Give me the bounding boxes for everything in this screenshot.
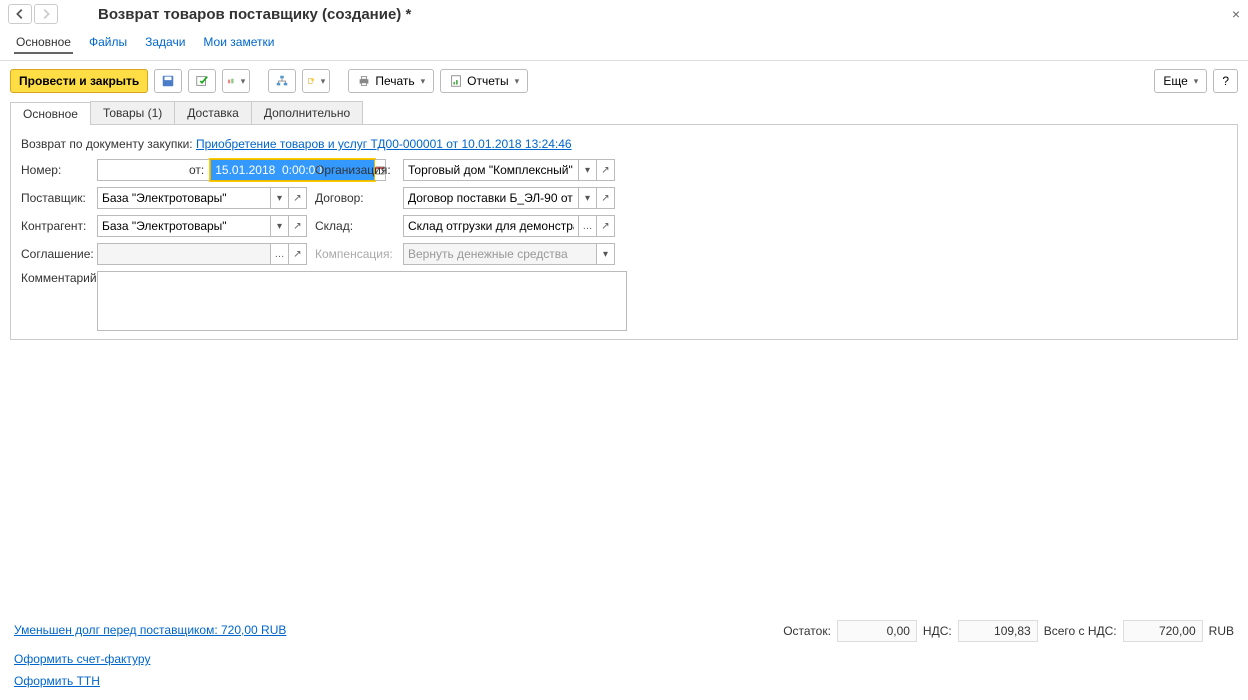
form-tab-extra[interactable]: Дополнительно [251, 101, 363, 124]
arrow-right-icon [39, 7, 53, 21]
save-button[interactable] [154, 69, 182, 93]
open-icon[interactable]: ↗ [289, 215, 307, 237]
comment-label: Комментарий: [21, 271, 89, 285]
comment-field[interactable] [97, 271, 627, 331]
forward-button[interactable] [34, 4, 58, 24]
create-based-button[interactable] [302, 69, 330, 93]
footer: Уменьшен долг перед поставщиком: 720,00 … [0, 610, 1248, 700]
supplier-label: Поставщик: [21, 191, 89, 205]
top-tab-tasks[interactable]: Задачи [143, 32, 187, 54]
reports-button[interactable]: Отчеты [440, 69, 528, 93]
reports-label: Отчеты [467, 74, 508, 88]
number-field[interactable] [97, 159, 183, 181]
struct-button[interactable] [268, 69, 296, 93]
form-body: Возврат по документу закупки: Приобретен… [10, 124, 1238, 340]
form-tab-delivery[interactable]: Доставка [174, 101, 252, 124]
from-label: от: [189, 163, 204, 177]
dropdown-icon[interactable]: ▾ [271, 187, 289, 209]
print-button[interactable]: Печать [348, 69, 434, 93]
debt-link[interactable]: Уменьшен долг перед поставщиком: 720,00 … [14, 623, 286, 637]
open-icon[interactable]: ↗ [597, 187, 615, 209]
ellipsis-icon[interactable]: … [271, 243, 289, 265]
vat-label: НДС: [923, 624, 952, 638]
warehouse-field[interactable]: … ↗ [403, 215, 615, 237]
header: Возврат товаров поставщику (создание) * … [0, 0, 1248, 28]
top-tab-files[interactable]: Файлы [87, 32, 129, 54]
warehouse-label: Склад: [315, 219, 395, 233]
counter-field[interactable]: ▾ ↗ [97, 215, 307, 237]
ellipsis-icon[interactable]: … [579, 215, 597, 237]
agreement-field[interactable]: … ↗ [97, 243, 307, 265]
agreement-label: Соглашение: [21, 247, 89, 261]
open-icon[interactable]: ↗ [597, 159, 615, 181]
arrow-left-icon [13, 7, 27, 21]
comp-field[interactable]: ▾ [403, 243, 615, 265]
currency-label: RUB [1209, 624, 1234, 638]
report-icon [449, 74, 463, 88]
total-value: 720,00 [1123, 620, 1203, 642]
dropdown-icon[interactable]: ▾ [597, 243, 615, 265]
save-icon [161, 74, 175, 88]
open-icon[interactable]: ↗ [289, 243, 307, 265]
dropdown-icon[interactable]: ▾ [579, 159, 597, 181]
dk-icon [227, 74, 234, 88]
create-based-icon [307, 74, 314, 88]
supplier-field[interactable]: ▾ ↗ [97, 187, 307, 209]
toolbar: Провести и закрыть Печать Отчеты Еще ? [0, 61, 1248, 101]
balance-label: Остаток: [783, 624, 831, 638]
top-tab-main[interactable]: Основное [14, 32, 73, 54]
number-label: Номер: [21, 163, 89, 177]
form-tabs: Основное Товары (1) Доставка Дополнитель… [10, 101, 1238, 124]
help-button[interactable]: ? [1213, 69, 1238, 93]
printer-icon [357, 74, 371, 88]
top-tabs: Основное Файлы Задачи Мои заметки [0, 28, 1248, 61]
balance-value: 0,00 [837, 620, 917, 642]
form-tab-main[interactable]: Основное [10, 102, 91, 125]
contract-label: Договор: [315, 191, 395, 205]
date-field[interactable] [210, 159, 320, 181]
comp-label: Компенсация: [315, 247, 395, 261]
post-icon [195, 74, 209, 88]
doc-link[interactable]: Приобретение товаров и услуг ТД00-000001… [196, 137, 572, 151]
close-button[interactable]: × [1232, 6, 1240, 22]
open-icon[interactable]: ↗ [597, 215, 615, 237]
more-button[interactable]: Еще [1154, 69, 1207, 93]
contract-field[interactable]: ▾ ↗ [403, 187, 615, 209]
back-button[interactable] [8, 4, 32, 24]
counter-label: Контрагент: [21, 219, 89, 233]
vat-value: 109,83 [958, 620, 1038, 642]
dropdown-icon[interactable]: ▾ [271, 215, 289, 237]
dk-button[interactable] [222, 69, 250, 93]
org-label: Организация: [315, 163, 395, 177]
post-close-button[interactable]: Провести и закрыть [10, 69, 148, 93]
top-tab-notes[interactable]: Мои заметки [201, 32, 276, 54]
struct-icon [275, 74, 289, 88]
total-label: Всего с НДС: [1044, 624, 1117, 638]
post-button[interactable] [188, 69, 216, 93]
open-icon[interactable]: ↗ [289, 187, 307, 209]
page-title: Возврат товаров поставщику (создание) * [78, 6, 411, 23]
invoice-link[interactable]: Оформить счет-фактуру [14, 652, 1234, 666]
ttn-link[interactable]: Оформить ТТН [14, 674, 1234, 688]
dropdown-icon[interactable]: ▾ [579, 187, 597, 209]
org-field[interactable]: ▾ ↗ [403, 159, 615, 181]
print-label: Печать [375, 74, 414, 88]
form-tab-goods[interactable]: Товары (1) [90, 101, 175, 124]
doc-label: Возврат по документу закупки: [21, 137, 193, 151]
